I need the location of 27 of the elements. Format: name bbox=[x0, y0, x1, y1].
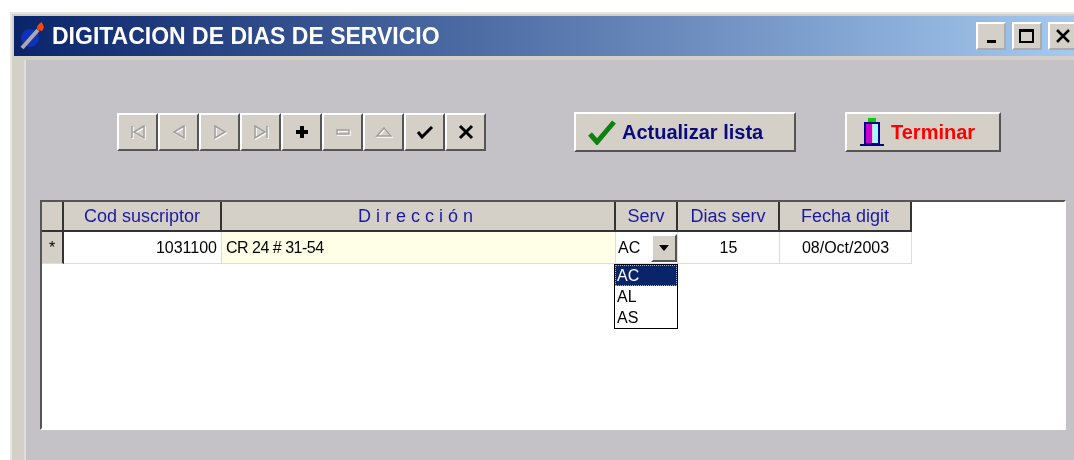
dropdown-option[interactable]: AC bbox=[615, 265, 677, 286]
column-header[interactable]: Fecha digit bbox=[780, 202, 912, 232]
maximize-button[interactable] bbox=[1012, 22, 1042, 50]
service-combo-field[interactable]: AC bbox=[616, 232, 678, 264]
column-header[interactable]: Dirección bbox=[222, 202, 616, 232]
column-header[interactable]: Serv bbox=[616, 202, 678, 232]
close-icon bbox=[1055, 28, 1071, 44]
navigator-button[interactable] bbox=[445, 113, 486, 151]
close-button[interactable] bbox=[1048, 22, 1074, 50]
table-cell: 15 bbox=[678, 232, 780, 264]
table-cell: CR 24 # 31-54 bbox=[222, 232, 616, 264]
column-header[interactable]: Dias serv bbox=[678, 202, 780, 232]
row-header-corner bbox=[42, 202, 64, 232]
door-icon bbox=[859, 117, 885, 147]
dropdown-option[interactable]: AS bbox=[615, 307, 677, 328]
column-header[interactable]: Cod suscriptor bbox=[64, 202, 222, 232]
minimize-button[interactable] bbox=[976, 22, 1006, 50]
dropdown-option[interactable]: AL bbox=[615, 286, 677, 307]
navigator-button[interactable] bbox=[281, 113, 322, 151]
window-title: DIGITACION DE DIAS DE SERVICIO bbox=[52, 22, 441, 50]
maximize-icon bbox=[1019, 28, 1035, 44]
refresh-list-button[interactable]: Actualizar lista bbox=[574, 112, 796, 152]
row-marker: * bbox=[42, 232, 64, 264]
navigator-button[interactable] bbox=[404, 113, 445, 151]
minimize-icon bbox=[986, 39, 996, 43]
table-cell: 08/Oct/2003 bbox=[780, 232, 912, 264]
checkmark-icon bbox=[588, 119, 616, 145]
